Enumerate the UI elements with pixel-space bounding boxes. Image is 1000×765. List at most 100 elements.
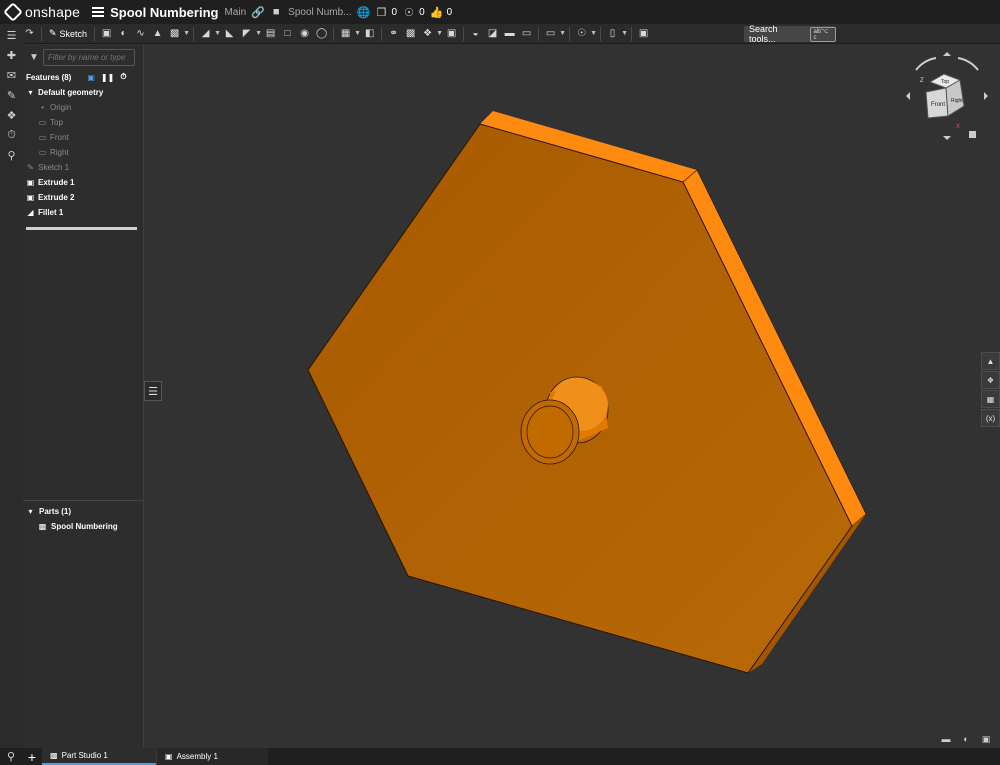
- default-geometry-row[interactable]: ▾ Default geometry: [23, 85, 143, 100]
- filter-icon[interactable]: ▼: [29, 52, 39, 63]
- tab-manager-icon[interactable]: ⚲: [0, 748, 22, 765]
- tab-part-studio[interactable]: ▩ Part Studio 1: [42, 748, 156, 765]
- parts-header[interactable]: ▾ Parts (1): [26, 504, 71, 518]
- render-mode-icon[interactable]: ◐: [960, 734, 972, 744]
- split-icon[interactable]: ▩: [402, 26, 419, 42]
- chamfer-icon[interactable]: ◣: [221, 26, 238, 42]
- custom-feature-icon[interactable]: ▣: [635, 26, 652, 42]
- view-options-icon[interactable]: [969, 131, 976, 138]
- arrow-up-icon[interactable]: [943, 52, 951, 56]
- tree-item-sketch1[interactable]: ✎ Sketch 1: [23, 160, 143, 175]
- delete-part-icon[interactable]: ▣: [443, 26, 460, 42]
- chevron-down-icon[interactable]: ▼: [559, 30, 566, 37]
- rotate-arrow-right[interactable]: [957, 57, 979, 71]
- folder-label[interactable]: Spool Numb...: [288, 7, 351, 18]
- filter-input[interactable]: [42, 48, 135, 66]
- tab-assembly[interactable]: ▣ Assembly 1: [156, 748, 268, 765]
- document-title[interactable]: Spool Numbering: [110, 5, 218, 20]
- menu-icon[interactable]: [92, 7, 105, 17]
- tree-item-fillet1[interactable]: ◢ Fillet 1: [23, 205, 143, 220]
- chevron-down-icon[interactable]: ▼: [590, 30, 597, 37]
- mirror-icon[interactable]: ◧: [361, 26, 378, 42]
- globe-icon[interactable]: 🌐: [357, 6, 371, 19]
- viewcube-right-label: Right: [951, 98, 963, 104]
- chevron-down-icon[interactable]: ▼: [214, 30, 221, 37]
- timer-icon[interactable]: ⏱: [120, 72, 126, 82]
- chevron-down-icon[interactable]: ▼: [621, 30, 628, 37]
- folder-add-icon[interactable]: ▣: [87, 73, 95, 82]
- extrude-icon[interactable]: ▣: [98, 26, 115, 42]
- redo-icon[interactable]: ↷: [21, 26, 38, 42]
- chevron-down-icon[interactable]: ▾: [26, 88, 35, 97]
- plane-icon[interactable]: ▭: [542, 26, 559, 42]
- link-icon[interactable]: 🔗: [251, 6, 265, 19]
- view-icon[interactable]: ▲: [981, 352, 1000, 370]
- branch-label[interactable]: Main: [224, 7, 246, 18]
- pattern-icon[interactable]: ▦: [337, 26, 354, 42]
- search-icon[interactable]: ⚲: [5, 148, 19, 162]
- rotate-arrow-left[interactable]: [915, 57, 937, 71]
- sheet-metal-icon[interactable]: ▯: [604, 26, 621, 42]
- chevron-down-icon[interactable]: ▼: [354, 30, 361, 37]
- tree-item-extrude2[interactable]: ▣ Extrude 2: [23, 190, 143, 205]
- rib-icon[interactable]: ▤: [262, 26, 279, 42]
- sketch-button[interactable]: ✎ Sketch: [45, 26, 91, 42]
- assembly-icon: ▣: [165, 752, 173, 761]
- sweep-icon[interactable]: ∿: [132, 26, 149, 42]
- fillet-icon[interactable]: ◢: [197, 26, 214, 42]
- variables-icon[interactable]: (x): [981, 409, 1000, 427]
- onshape-logo[interactable]: onshape: [3, 2, 81, 22]
- like-icon[interactable]: 👍: [430, 6, 444, 19]
- rollback-bar[interactable]: [26, 227, 137, 230]
- replace-face-icon[interactable]: ▬: [501, 26, 518, 42]
- pause-icon[interactable]: ❚❚: [101, 73, 114, 82]
- search-tools-button[interactable]: Search tools... alt/⌥ c: [744, 24, 836, 44]
- chevron-down-icon[interactable]: ▼: [255, 30, 262, 37]
- thicken-icon[interactable]: ▩: [166, 26, 183, 42]
- comments-icon[interactable]: ✉: [5, 68, 19, 82]
- tree-item-extrude1[interactable]: ▣ Extrude 1: [23, 175, 143, 190]
- mate-icon[interactable]: ✚: [5, 48, 19, 62]
- arrow-right-icon[interactable]: [984, 92, 988, 100]
- part-item[interactable]: ▩ Spool Numbering: [38, 519, 118, 533]
- chevron-down-icon[interactable]: ▾: [26, 507, 35, 516]
- appearance-panel-icon[interactable]: ❖: [981, 371, 1000, 389]
- appearance-icon[interactable]: ❖: [5, 108, 19, 122]
- pencil-icon: ✎: [49, 28, 57, 38]
- notes-icon[interactable]: ✎: [5, 88, 19, 102]
- graphics-viewport[interactable]: [145, 45, 1000, 748]
- hole-icon[interactable]: ◉: [296, 26, 313, 42]
- tree-item-right[interactable]: ▭ Right: [23, 145, 143, 160]
- cylinder-icon[interactable]: ◯: [313, 26, 330, 42]
- loft-icon[interactable]: ▲: [149, 26, 166, 42]
- mate-connector-icon[interactable]: ☉: [573, 26, 590, 42]
- history-icon[interactable]: ⏱: [5, 128, 19, 142]
- part-icon: ▩: [38, 521, 47, 531]
- chevron-down-icon[interactable]: ▼: [183, 30, 190, 37]
- logo-text: onshape: [25, 4, 81, 20]
- tree-item-origin[interactable]: • Origin: [23, 100, 143, 115]
- axis-z-label: Z: [920, 78, 924, 84]
- arrow-left-icon[interactable]: [906, 92, 910, 100]
- chevron-down-icon[interactable]: ▼: [436, 30, 443, 37]
- tree-item-front[interactable]: ▭ Front: [23, 130, 143, 145]
- feature-list-icon[interactable]: ☰: [5, 28, 19, 42]
- transform-icon[interactable]: ❖: [419, 26, 436, 42]
- offset-surface-icon[interactable]: ▭: [518, 26, 535, 42]
- branch-icon[interactable]: ☉: [403, 6, 415, 19]
- add-tab-button[interactable]: +: [22, 748, 42, 765]
- tree-item-label: Front: [50, 133, 69, 142]
- tree-item-top[interactable]: ▭ Top: [23, 115, 143, 130]
- revolve-icon[interactable]: ◐: [115, 26, 132, 42]
- view-cube[interactable]: Top Front Right Z X: [902, 52, 992, 142]
- arrow-down-icon[interactable]: [943, 136, 951, 140]
- versions-icon[interactable]: ❐: [376, 6, 388, 19]
- boolean-icon[interactable]: ⚭: [385, 26, 402, 42]
- shell-icon[interactable]: □: [279, 26, 296, 42]
- draft-icon[interactable]: ◤: [238, 26, 255, 42]
- measure-icon[interactable]: ▦: [981, 390, 1000, 408]
- modify-fillet-icon[interactable]: ◒: [467, 26, 484, 42]
- zoom-fit-icon[interactable]: ▣: [980, 734, 992, 744]
- move-face-icon[interactable]: ◪: [484, 26, 501, 42]
- section-view-icon[interactable]: ▬: [940, 734, 952, 744]
